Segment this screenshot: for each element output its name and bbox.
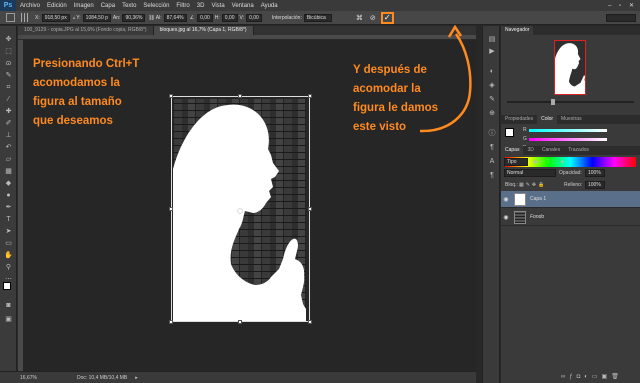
tab-color[interactable]: Color: [537, 115, 558, 124]
opacity-field[interactable]: 100%: [585, 169, 605, 177]
right-panels: Navegador Propiedades Color Muestras R G…: [501, 26, 640, 383]
eye-icon[interactable]: ◉: [501, 196, 511, 203]
tab-layers[interactable]: Capas: [501, 146, 524, 155]
document-size: Doc: 10,4 MB/10,4 MB: [76, 374, 128, 381]
navigator-zoom-slider[interactable]: [507, 101, 634, 103]
clone-source-panel-icon[interactable]: ⊕: [487, 110, 497, 117]
color-panel-header: Propiedades Color Muestras: [501, 115, 640, 124]
brush-panel-icon[interactable]: ✎: [487, 96, 497, 103]
layer-thumbnail: [514, 210, 526, 224]
g-slider[interactable]: [529, 138, 607, 141]
opacity-label: Opacidad:: [559, 170, 582, 176]
r-slider[interactable]: [529, 129, 607, 132]
zoom-level[interactable]: 16,67%: [20, 375, 37, 381]
actions-panel-icon[interactable]: ▶: [487, 48, 497, 55]
opacity-value: 100%: [588, 170, 601, 176]
tab-swatches[interactable]: Muestras: [557, 115, 586, 124]
layer-filter-select[interactable]: Tipo: [504, 158, 528, 166]
layer-filter-icons[interactable]: ▣◐T⬚◈: [533, 159, 567, 165]
layers-footer-icons[interactable]: ∞ƒ◘◐▭▣🗑: [561, 373, 623, 380]
lock-label: Bloq.:: [505, 182, 518, 188]
layer-row-fondo[interactable]: ◉ Fondo: [501, 209, 640, 226]
layer-row-capa-1[interactable]: ◉ Capa 1: [501, 191, 640, 208]
blend-mode-label: Normal: [507, 170, 524, 176]
navigator-header: Navegador: [501, 26, 640, 35]
arrow-head: [447, 24, 463, 38]
adjustments-panel-icon[interactable]: ◐: [487, 68, 497, 75]
character-panel-icon[interactable]: A: [487, 158, 497, 165]
fill-label: Relleno:: [564, 182, 583, 188]
tab-channels[interactable]: Canales: [538, 146, 564, 155]
layers-panel-header: Capas 3D Canales Trazados: [501, 146, 640, 155]
status-arrow-icon[interactable]: ▸: [135, 375, 138, 381]
navigator-panel: [501, 35, 640, 115]
navigator-silhouette: [555, 43, 585, 94]
navigator-zoom-thumb[interactable]: [551, 99, 555, 105]
paragraph-style-panel-icon[interactable]: ¶: [487, 172, 497, 179]
info-panel-icon[interactable]: ⓘ: [487, 130, 497, 137]
layer-name[interactable]: Fondo: [530, 214, 544, 220]
layer-name[interactable]: Capa 1: [530, 196, 546, 202]
tab-navigator[interactable]: Navegador: [501, 26, 534, 35]
r-label: R: [523, 127, 527, 133]
tab-3d[interactable]: 3D: [523, 146, 537, 155]
blend-mode-select[interactable]: Normal: [504, 169, 556, 177]
layer-thumbnail: [514, 192, 526, 206]
g-label: G: [523, 136, 527, 142]
panel-foreground-swatch[interactable]: [505, 128, 514, 137]
styles-panel-icon[interactable]: ◈: [487, 82, 497, 89]
arrow-curve: [419, 33, 472, 133]
paragraph-panel-icon[interactable]: ¶: [487, 144, 497, 151]
fill-field[interactable]: 100%: [585, 181, 605, 189]
tab-properties[interactable]: Propiedades: [501, 115, 537, 124]
fill-value: 100%: [588, 182, 601, 188]
eye-icon[interactable]: ◉: [501, 214, 511, 221]
history-panel-icon[interactable]: ▤: [487, 36, 497, 43]
navigator-silhouette-path: [555, 43, 585, 94]
layers-panel: Tipo ▣◐T⬚◈ Normal Opacidad: 100% Bloq.: …: [501, 155, 640, 383]
tab-paths[interactable]: Trazados: [564, 146, 593, 155]
lock-icons[interactable]: ▦✎✥🔒: [519, 182, 546, 188]
status-bar: 16,67% Doc: 10,4 MB/10,4 MB ▸: [0, 371, 476, 383]
navigator-thumbnail[interactable]: [554, 40, 586, 95]
collapsed-panels-strip: ▤ ▶ ◐ ◈ ✎ ⊕ ⓘ ¶ A ¶: [482, 26, 500, 383]
layer-filter-label: Tipo: [507, 159, 517, 165]
